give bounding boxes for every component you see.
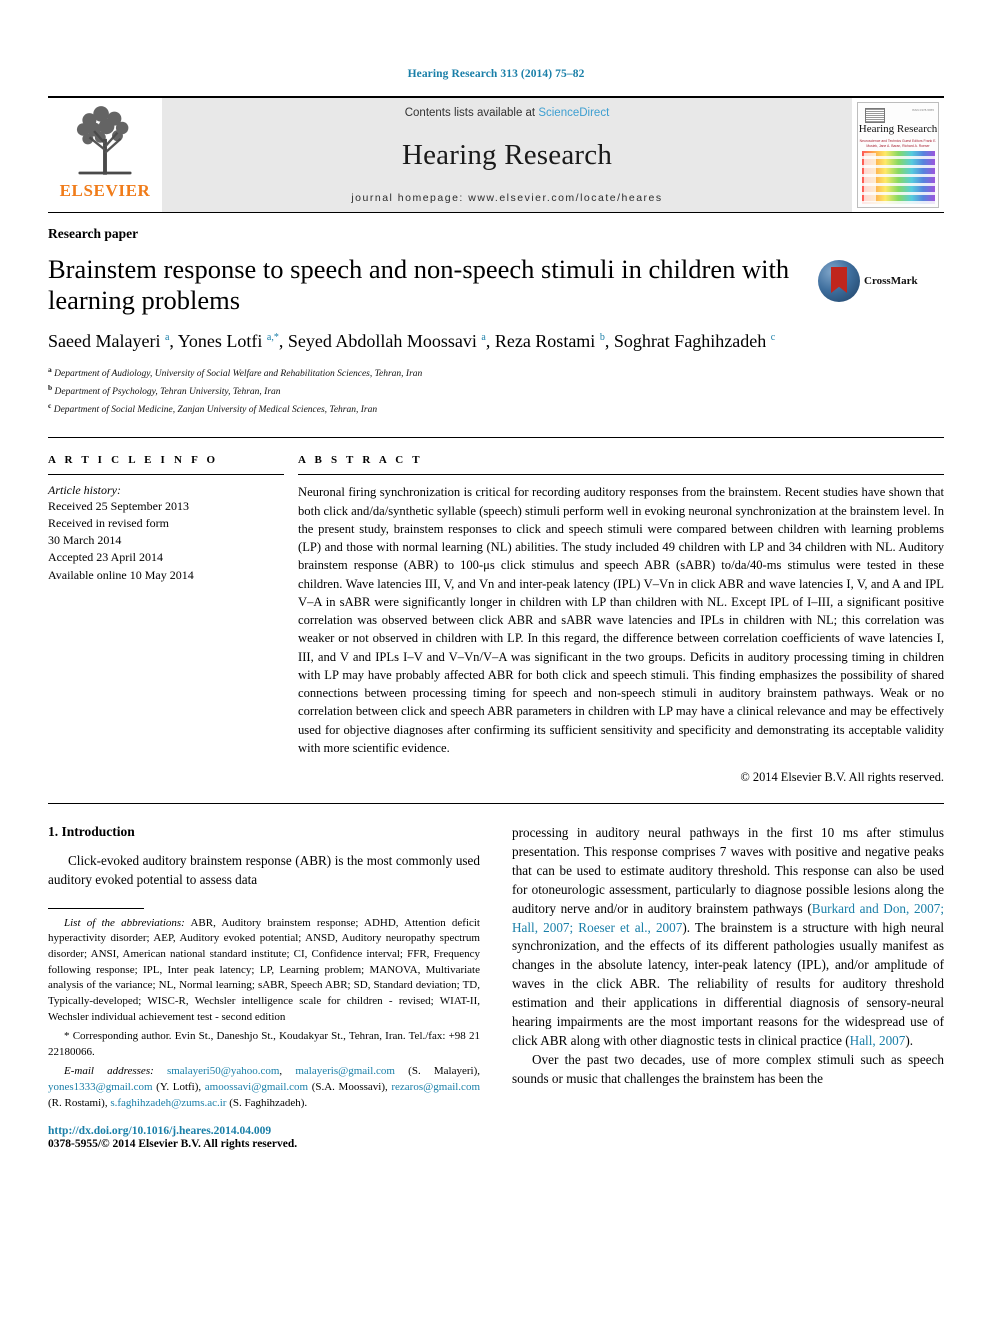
article-info-heading: A R T I C L E I N F O [48, 454, 219, 467]
footnote-rule [48, 907, 144, 909]
issn-copyright: 0378-5955/© 2014 Elsevier B.V. All right… [48, 1138, 298, 1151]
email-link[interactable]: smalayeri50@yahoo.com [167, 1065, 279, 1077]
body-columns: 1. Introduction Click-evoked auditory br… [48, 824, 944, 1150]
contents-available-line: Contents lists available at ScienceDirec… [405, 107, 610, 119]
author-list: Saeed Malayeri a, Yones Lotfi a,*, Seyed… [48, 331, 776, 351]
cover-subtitle: Neuroscience and Technics Guest Editors … [859, 139, 937, 149]
affiliation-text: Department of Psychology, Tehran Univers… [54, 386, 281, 397]
body-column-left: 1. Introduction Click-evoked auditory br… [48, 824, 480, 1150]
intro-paragraph-right-1: processing in auditory neural pathways i… [512, 824, 944, 1051]
cover-issn-text: ISSN 0378-5955 [911, 108, 934, 112]
intro-text-c: ). [905, 1032, 914, 1048]
corresponding-author-footnote: * Corresponding author. Evin St., Danesh… [48, 1030, 480, 1058]
email-sep: (S. Malayeri), [395, 1065, 481, 1078]
affiliation-item: c Department of Social Medicine, Zanjan … [48, 400, 944, 418]
email-footnote: E-mail addresses: smalayeri50@yahoo.com,… [48, 1064, 480, 1111]
abstract-copyright: © 2014 Elsevier B.V. All rights reserved… [740, 770, 944, 785]
journal-cover-thumbnail[interactable]: ISSN 0378-5955 Hearing Research Neurosci… [852, 98, 944, 212]
email-link[interactable]: s.faghihzadeh@zums.ac.ir [110, 1097, 226, 1109]
elsevier-logo: ELSEVIER [48, 98, 162, 212]
cover-barcode-icon [865, 108, 885, 123]
abstract-rule [298, 474, 944, 476]
elsevier-tree-icon [76, 106, 132, 175]
contents-prefix: Contents lists available at [404, 107, 539, 119]
affiliation-list: a Department of Audiology, University of… [48, 364, 944, 418]
abstract-text: Neuronal firing synchronization is criti… [298, 485, 944, 755]
crossmark-label: CrossMark [864, 275, 918, 287]
email-sep: (Y. Lotfi), [152, 1080, 205, 1093]
affiliation-text: Department of Social Medicine, Zanjan Un… [53, 404, 378, 415]
title-row: Brainstem response to speech and non-spe… [48, 254, 944, 316]
bottom-meta: http://dx.doi.org/10.1016/j.heares.2014.… [48, 1125, 480, 1150]
section-heading-introduction: 1. Introduction [48, 824, 135, 840]
article-page: Hearing Research 313 (2014) 75–82 ELSEVI… [0, 0, 992, 1323]
journal-band: Contents lists available at ScienceDirec… [162, 98, 852, 212]
affiliation-item: b Department of Psychology, Tehran Unive… [48, 382, 944, 400]
masthead-bottom-rule [48, 212, 944, 213]
journal-masthead: ELSEVIER Contents lists available at Sci… [48, 96, 944, 212]
affiliation-marker: b [48, 382, 53, 392]
affiliation-item: a Department of Audiology, University of… [48, 364, 944, 382]
article-history-item: 30 March 2014 [48, 533, 122, 548]
doi-link[interactable]: http://dx.doi.org/10.1016/j.heares.2014.… [48, 1125, 480, 1137]
article-history-item: Available online 10 May 2014 [48, 567, 194, 582]
affiliation-marker: c [48, 400, 52, 410]
page-title: Brainstem response to speech and non-spe… [48, 254, 790, 315]
abbreviations-footnote: List of the abbreviations: ABR, Auditory… [48, 916, 480, 1025]
crossmark-icon [818, 260, 860, 302]
email-link[interactable]: rezaros@gmail.com [391, 1081, 480, 1093]
email-link[interactable]: malayeris@gmail.com [295, 1065, 395, 1077]
article-info-column: A R T I C L E I N F O Article history: R… [48, 454, 284, 785]
email-sep: , [279, 1065, 296, 1078]
email-sep: (S.A. Moossavi), [308, 1080, 392, 1093]
affiliation-marker: a [48, 364, 52, 374]
affiliation-text: Department of Audiology, University of S… [54, 368, 423, 379]
abstract-heading: A B S T R A C T [298, 454, 423, 467]
email-link[interactable]: yones1333@gmail.com [48, 1081, 153, 1093]
journal-cover-image: ISSN 0378-5955 Hearing Research Neurosci… [857, 102, 939, 208]
elsevier-wordmark: ELSEVIER [59, 181, 151, 200]
email-label: E-mail addresses: [64, 1065, 154, 1078]
article-history-label: Article history: [48, 483, 121, 498]
footnote-zone: List of the abbreviations: ABR, Auditory… [48, 907, 480, 1111]
sciencedirect-link[interactable]: ScienceDirect [538, 107, 609, 119]
body-column-right: processing in auditory neural pathways i… [512, 824, 944, 1150]
email-link[interactable]: amoossavi@gmail.com [205, 1081, 308, 1093]
abbreviations-text: ABR, Auditory brainstem response; ADHD, … [48, 916, 480, 1023]
journal-title: Hearing Research [401, 139, 613, 171]
article-history-item: Received in revised form [48, 516, 169, 531]
running-head: Hearing Research 313 (2014) 75–82 [407, 68, 585, 80]
email-sep: (S. Faghihzadeh). [226, 1096, 308, 1109]
abbreviations-label: List of the abbreviations: [64, 916, 185, 929]
cover-artwork [862, 151, 935, 204]
article-history-item: Received 25 September 2013 [48, 499, 189, 514]
cover-journal-title: Hearing Research [858, 123, 938, 135]
intro-paragraph-left: Click-evoked auditory brainstem response… [48, 853, 480, 887]
abstract-column: A B S T R A C T Neuronal firing synchron… [298, 454, 944, 785]
email-sep: (R. Rostami), [48, 1096, 111, 1109]
article-type-label: Research paper [48, 226, 139, 241]
intro-paragraph-right-2: Over the past two decades, use of more c… [512, 1051, 944, 1086]
article-history-item: Accepted 23 April 2014 [48, 550, 163, 565]
info-abstract-block: A R T I C L E I N F O Article history: R… [48, 437, 944, 785]
intro-text-b: ). The brainstem is a structure with hig… [512, 919, 944, 1048]
abstract-bottom-rule [48, 803, 944, 805]
article-info-rule [48, 474, 284, 476]
journal-homepage-link[interactable]: journal homepage: www.elsevier.com/locat… [351, 192, 662, 204]
citation-link[interactable]: Hall, 2007 [850, 1033, 906, 1048]
crossmark-badge-group[interactable]: CrossMark [818, 260, 918, 302]
